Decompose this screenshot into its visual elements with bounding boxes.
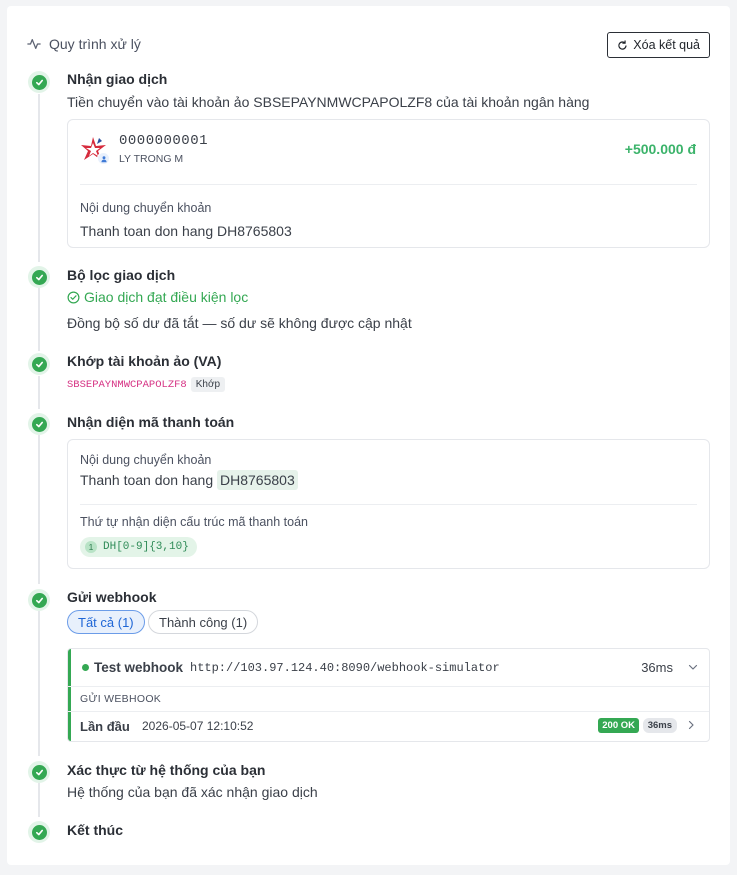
pattern-pill: 1 DH[0-9]{3,10} — [80, 537, 197, 557]
account-number: 0000000001 — [119, 133, 209, 149]
step-check-icon — [28, 413, 50, 435]
step-title-webhook: Gửi webhook — [67, 589, 157, 605]
transaction-card: 0000000001 LY TRONG M +500.000 đ Nội dun… — [67, 119, 710, 248]
divider — [80, 504, 697, 505]
step-check-icon — [28, 353, 50, 375]
check-circle-icon — [67, 291, 80, 303]
timeline-connector — [38, 783, 40, 817]
step-title-receive: Nhận giao dịch — [67, 71, 168, 87]
webhook-header-row[interactable]: Test webhook http://103.97.124.40:8090/w… — [68, 649, 709, 687]
status-badge: 200 OK — [598, 718, 639, 733]
card-header: Quy trình xử lý Xóa kết quả — [27, 32, 710, 58]
step-check-icon — [28, 589, 50, 611]
webhook-name: Test webhook — [94, 660, 184, 675]
step-check-icon — [28, 71, 50, 93]
webhook-duration: 36ms — [641, 660, 673, 675]
webhook-url: http://103.97.124.40:8090/webhook-simula… — [190, 661, 500, 675]
content-label: Nội dung chuyển khoản — [80, 201, 212, 215]
va-code: SBSEPAYNMWCPAPOLZF8 — [67, 378, 187, 391]
va-match-row: SBSEPAYNMWCPAPOLZF8 Khớp — [67, 377, 226, 392]
process-card: Quy trình xử lý Xóa kết quả Nhận giao dị… — [7, 6, 730, 865]
payment-code-card: Nội dung chuyển khoản Thanh toan don han… — [67, 439, 710, 569]
status-dot-icon — [82, 664, 89, 671]
timeline-connector — [38, 376, 40, 409]
step-title-va: Khớp tài khoản ảo (VA) — [67, 353, 222, 369]
filter-all-button[interactable]: Tất cả (1) — [67, 610, 145, 634]
step-title-verify: Xác thực từ hệ thống của bạn — [67, 762, 266, 778]
attempt-label: Lần đầu — [80, 719, 130, 734]
pattern-index: 1 — [85, 541, 97, 553]
match-badge: Khớp — [190, 377, 226, 392]
verify-description: Hệ thống của bạn đã xác nhận giao dịch — [67, 784, 318, 800]
step-title-filter: Bộ lọc giao dịch — [67, 267, 176, 283]
order-label: Thứ tự nhận diện cấu trúc mã thanh toán — [80, 515, 308, 529]
step-check-icon — [28, 266, 50, 288]
activity-icon — [27, 39, 41, 49]
timeline-connector — [38, 435, 40, 584]
filter-status: Giao dịch đạt điều kiện lọc — [67, 289, 248, 305]
step-title-end: Kết thúc — [67, 822, 123, 838]
webhook-card: Test webhook http://103.97.124.40:8090/w… — [67, 648, 710, 742]
webhook-section-label: GỬI WEBHOOK — [80, 693, 162, 705]
clear-results-button[interactable]: Xóa kết quả — [607, 32, 710, 58]
attempt-time: 2026-05-07 12:10:52 — [142, 719, 254, 733]
content-value: Thanh toan don hang DH8765803 — [80, 223, 292, 239]
step-check-icon — [28, 821, 50, 843]
refresh-icon — [618, 39, 627, 50]
user-badge-icon — [97, 152, 110, 165]
transaction-amount: +500.000 đ — [624, 141, 696, 157]
content-label: Nội dung chuyển khoản — [80, 453, 212, 467]
filter-note: Đồng bộ số dư đã tắt — số dư sẽ không đư… — [67, 315, 412, 331]
divider — [80, 184, 697, 185]
highlighted-payment-code: DH8765803 — [217, 470, 298, 490]
attempt-duration-badge: 36ms — [642, 718, 677, 733]
timeline-connector — [38, 94, 40, 262]
chevron-right-icon[interactable] — [686, 719, 696, 731]
receive-description: Tiền chuyển vào tài khoản ảo SBSEPAYNMWC… — [67, 94, 590, 110]
pattern-value: DH[0-9]{3,10} — [103, 541, 189, 553]
step-check-icon — [28, 761, 50, 783]
chevron-down-icon[interactable] — [687, 661, 699, 673]
account-name: LY TRONG M — [119, 153, 184, 165]
content-value: Thanh toan don hang DH8765803 — [80, 470, 298, 490]
process-title: Quy trình xử lý — [27, 36, 141, 52]
timeline-connector — [38, 288, 40, 351]
step-title-payment-code: Nhận diện mã thanh toán — [67, 414, 235, 430]
filter-success-button[interactable]: Thành công (1) — [148, 610, 259, 634]
timeline-connector — [38, 611, 40, 756]
